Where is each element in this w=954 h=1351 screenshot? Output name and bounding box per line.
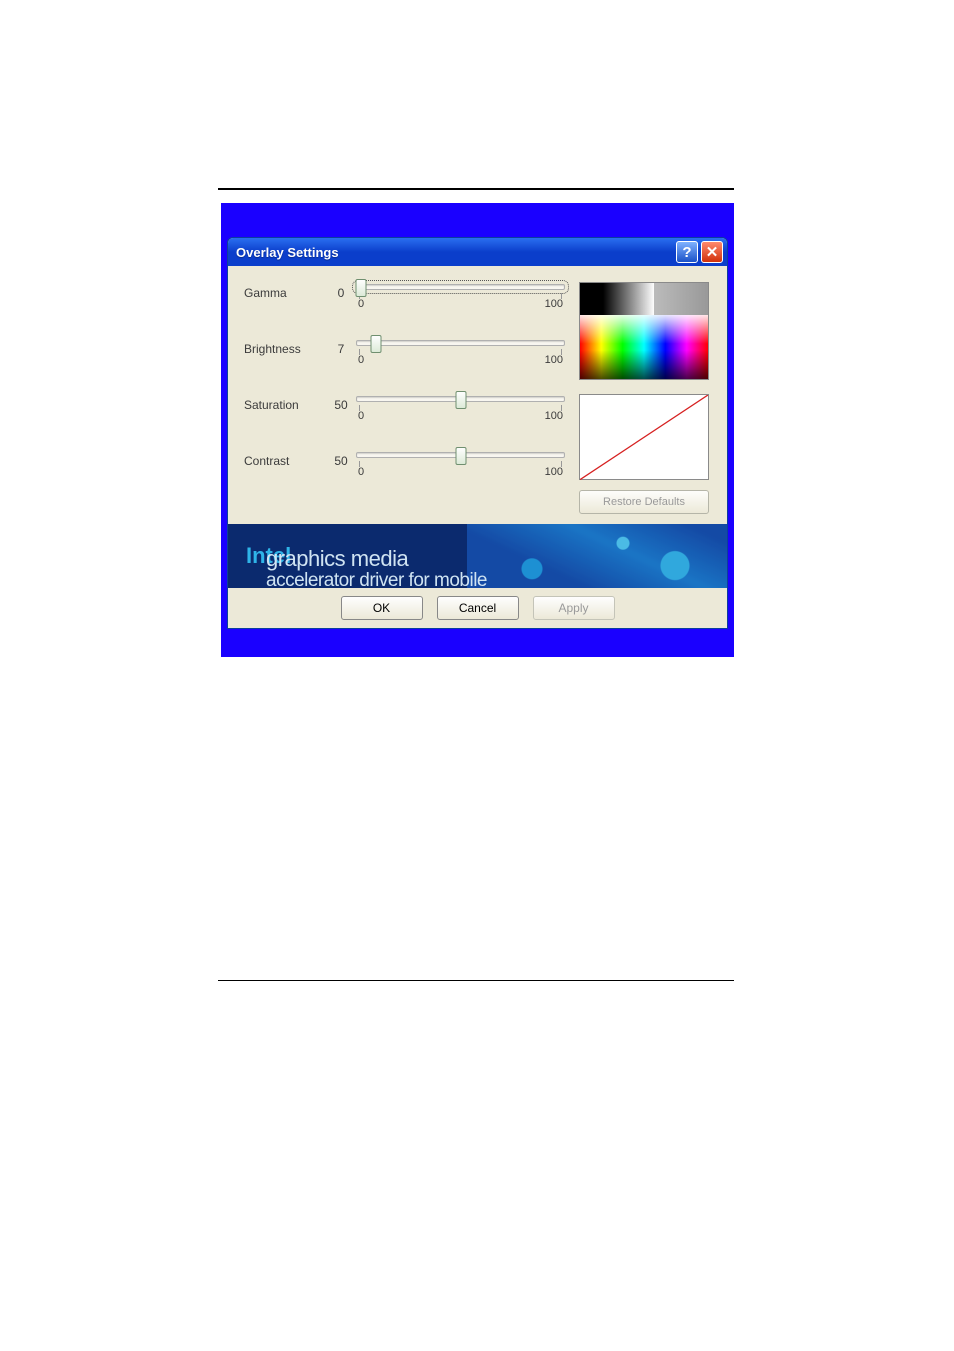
help-button[interactable]: ?	[676, 241, 698, 263]
gamma-thumb[interactable]	[356, 279, 367, 297]
gamma-min: 0	[358, 298, 364, 310]
apply-button[interactable]: Apply	[533, 596, 615, 620]
dialog-body: Gamma 0 0 100 Brightness 7	[228, 266, 727, 524]
gamma-label: Gamma	[244, 282, 326, 300]
question-icon: ?	[682, 244, 691, 261]
saturation-row: Saturation 50 0 100	[244, 394, 565, 440]
overlay-settings-dialog: Overlay Settings ? ✕ Gamma 0 0	[227, 237, 728, 629]
brightness-thumb[interactable]	[370, 335, 381, 353]
color-preview	[579, 282, 709, 380]
close-button[interactable]: ✕	[701, 241, 723, 263]
contrast-value: 50	[326, 450, 356, 468]
close-icon: ✕	[706, 243, 719, 261]
saturation-min: 0	[358, 410, 364, 422]
document-frame: Overlay Settings ? ✕ Gamma 0 0	[221, 203, 734, 657]
blue-spacer	[224, 206, 731, 234]
saturation-max: 100	[545, 410, 563, 422]
brand-line2: accelerator driver for mobile	[266, 570, 727, 588]
ok-button[interactable]: OK	[341, 596, 423, 620]
dialog-title: Overlay Settings	[236, 245, 339, 260]
brightness-max: 100	[545, 354, 563, 366]
contrast-max: 100	[545, 466, 563, 478]
gamma-curve-preview	[579, 394, 709, 480]
preview-column: Restore Defaults	[579, 282, 715, 514]
hr-divider-top	[218, 188, 734, 190]
saturation-slider[interactable]: 0 100	[356, 394, 565, 422]
brand-line1: graphics media	[266, 546, 408, 571]
brand-subtitle: graphics media accelerator driver for mo…	[266, 546, 727, 588]
contrast-slider[interactable]: 0 100	[356, 450, 565, 478]
hr-divider-bottom	[218, 980, 734, 981]
hue-gradient	[580, 315, 708, 379]
cancel-button[interactable]: Cancel	[437, 596, 519, 620]
brightness-row: Brightness 7 0 100	[244, 338, 565, 384]
contrast-min: 0	[358, 466, 364, 478]
saturation-thumb[interactable]	[455, 391, 466, 409]
brightness-slider[interactable]: 0 100	[356, 338, 565, 366]
gamma-max: 100	[545, 298, 563, 310]
titlebar: Overlay Settings ? ✕	[228, 238, 727, 266]
sliders-column: Gamma 0 0 100 Brightness 7	[244, 282, 565, 514]
contrast-thumb[interactable]	[455, 447, 466, 465]
grayscale-gradient	[580, 283, 708, 315]
saturation-value: 50	[326, 394, 356, 412]
brightness-min: 0	[358, 354, 364, 366]
saturation-label: Saturation	[244, 394, 326, 412]
contrast-label: Contrast	[244, 450, 326, 468]
brightness-label: Brightness	[244, 338, 326, 356]
brand-banner: Intel graphics media accelerator driver …	[228, 524, 727, 588]
brightness-value: 7	[326, 338, 356, 356]
dialog-footer: OK Cancel Apply	[228, 588, 727, 628]
restore-defaults-button[interactable]: Restore Defaults	[579, 490, 709, 514]
gamma-value: 0	[326, 282, 356, 300]
contrast-row: Contrast 50 0 100	[244, 450, 565, 496]
gamma-slider[interactable]: 0 100	[356, 282, 565, 310]
gamma-row: Gamma 0 0 100	[244, 282, 565, 328]
